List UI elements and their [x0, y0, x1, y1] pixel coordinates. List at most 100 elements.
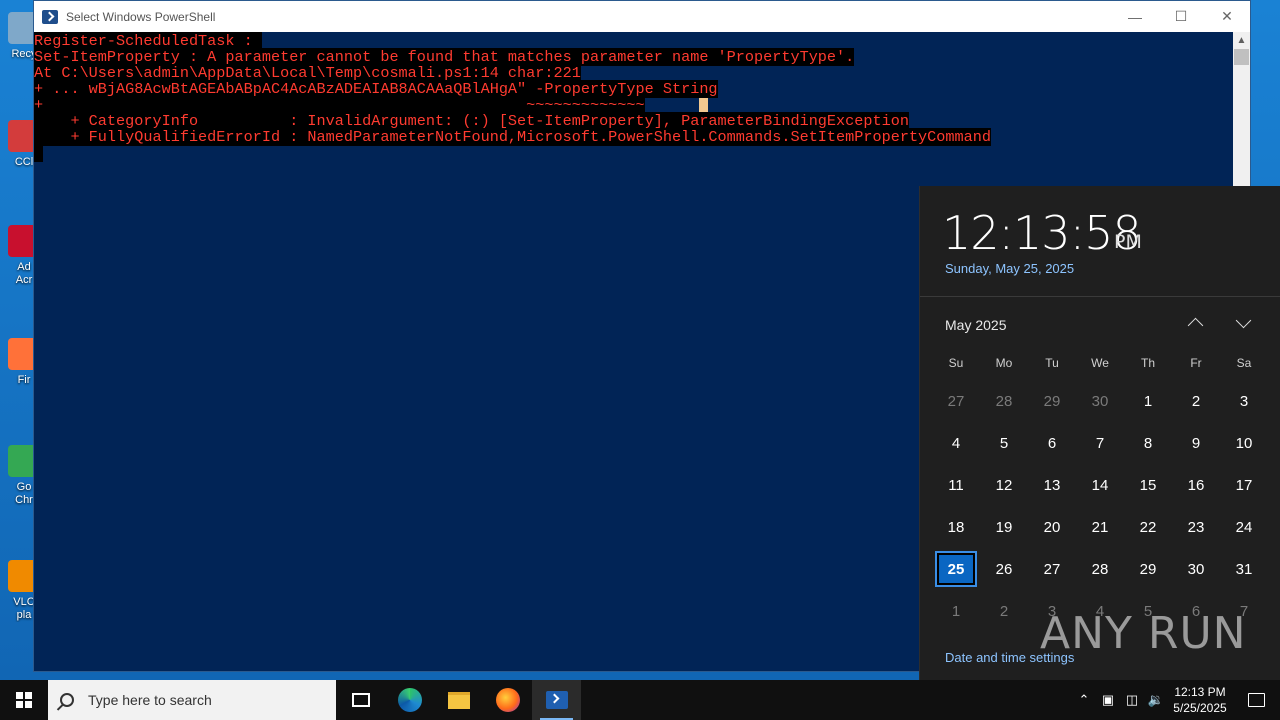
- edge-icon: [397, 688, 422, 712]
- network-icon[interactable]: ◫: [1120, 680, 1144, 720]
- console-line: + CategoryInfo : InvalidArgument: (:) [S…: [34, 112, 909, 130]
- next-month-button[interactable]: [1234, 312, 1254, 334]
- powershell-taskbar-button[interactable]: [532, 680, 581, 720]
- calendar-day[interactable]: 9: [1172, 422, 1220, 464]
- calendar-day[interactable]: 6: [1028, 422, 1076, 464]
- tray-time: 12:13 PM: [1174, 685, 1226, 699]
- calendar-day[interactable]: 1: [932, 590, 980, 632]
- console-line: Set-ItemProperty : A parameter cannot be…: [34, 48, 855, 66]
- flyout-ampm: PM: [1114, 231, 1142, 253]
- calendar-day[interactable]: 31: [1220, 548, 1268, 590]
- calendar-day[interactable]: 20: [1028, 506, 1076, 548]
- flyout-long-date[interactable]: Sunday, May 25, 2025: [945, 261, 1074, 276]
- task-view-button[interactable]: [336, 680, 385, 720]
- start-button[interactable]: [0, 680, 48, 720]
- calendar-day[interactable]: 5: [980, 422, 1028, 464]
- weekday-label: Tu: [1045, 356, 1059, 370]
- chevron-down-icon: [1235, 312, 1252, 329]
- notification-icon: [1247, 693, 1265, 707]
- powershell-icon: [42, 9, 58, 24]
- calendar-day[interactable]: 28: [980, 380, 1028, 422]
- action-center-button[interactable]: [1232, 680, 1280, 720]
- close-button[interactable]: ✕: [1204, 1, 1250, 32]
- calendar-day[interactable]: 29: [1028, 380, 1076, 422]
- powershell-icon: [545, 691, 568, 709]
- console-line: + FullyQualifiedErrorId : NamedParameter…: [34, 128, 991, 146]
- weekday-label: Fr: [1190, 356, 1202, 370]
- edge-taskbar-button[interactable]: [385, 680, 434, 720]
- chevron-up-icon: [1187, 317, 1204, 334]
- weekday-label: Mo: [995, 356, 1013, 370]
- weekday-label: Su: [948, 356, 964, 370]
- calendar-day[interactable]: 11: [932, 464, 980, 506]
- calendar-day[interactable]: 19: [980, 506, 1028, 548]
- folder-icon: [447, 691, 470, 709]
- minimize-button[interactable]: —: [1112, 1, 1158, 32]
- maximize-button[interactable]: ☐: [1158, 1, 1204, 32]
- previous-month-button[interactable]: [1186, 314, 1206, 334]
- tray-date: 5/25/2025: [1173, 701, 1227, 715]
- calendar-day[interactable]: 26: [980, 548, 1028, 590]
- calendar-day[interactable]: 16: [1172, 464, 1220, 506]
- console-line: + ... wBjAG8AcwBtAGEAbABpAC4AcABzADEAIAB…: [34, 80, 718, 98]
- calendar-day[interactable]: 21: [1076, 506, 1124, 548]
- weekday-header: Su Mo Tu We Th Fr Sa: [932, 356, 1268, 370]
- firefox-icon: [495, 688, 520, 712]
- calendar-grid: 27 28 29 30 1 2 3 4 5 6 7 8 9 10 11 12 13 14 15 16 17 18 19 20 2…: [932, 380, 1268, 632]
- month-label[interactable]: May 2025: [945, 317, 1006, 333]
- taskbar: Type here to search ⌃ ▣ ◫ 🔉 12:13 PM 5/2…: [0, 680, 1280, 720]
- calendar-day[interactable]: 2: [980, 590, 1028, 632]
- scroll-thumb[interactable]: [1234, 49, 1249, 65]
- search-icon: [60, 693, 74, 707]
- network-device-icon[interactable]: ▣: [1096, 680, 1120, 720]
- calendar-day[interactable]: 2: [1172, 380, 1220, 422]
- calendar-day[interactable]: 18: [932, 506, 980, 548]
- window-title: Select Windows PowerShell: [66, 9, 216, 24]
- calendar-day[interactable]: 1: [1124, 380, 1172, 422]
- window-titlebar[interactable]: Select Windows PowerShell — ☐ ✕: [34, 1, 1250, 32]
- weekday-label: Sa: [1236, 356, 1252, 370]
- calendar-day[interactable]: 3: [1220, 380, 1268, 422]
- calendar-day-today[interactable]: 25: [932, 548, 980, 590]
- watermark-logo: ANY RUN: [1040, 608, 1247, 659]
- task-view-icon: [351, 693, 370, 707]
- calendar-day[interactable]: 4: [932, 422, 980, 464]
- volume-icon[interactable]: 🔉: [1144, 680, 1168, 720]
- calendar-day[interactable]: 30: [1172, 548, 1220, 590]
- console-line: At C:\Users\admin\AppData\Local\Temp\cos…: [34, 64, 581, 82]
- calendar-day[interactable]: 27: [1028, 548, 1076, 590]
- calendar-day[interactable]: 17: [1220, 464, 1268, 506]
- calendar-day[interactable]: 27: [932, 380, 980, 422]
- console-line: [34, 144, 1234, 162]
- taskbar-search[interactable]: Type here to search: [48, 680, 336, 720]
- console-line: Register-ScheduledTask :: [34, 32, 262, 50]
- calendar-day[interactable]: 24: [1220, 506, 1268, 548]
- calendar-day[interactable]: 23: [1172, 506, 1220, 548]
- weekday-label: We: [1091, 356, 1109, 370]
- console-line: + ~~~~~~~~~~~~~: [34, 96, 1234, 114]
- calendar-day[interactable]: 15: [1124, 464, 1172, 506]
- calendar-day[interactable]: 30: [1076, 380, 1124, 422]
- firefox-taskbar-button[interactable]: [483, 680, 532, 720]
- calendar-day[interactable]: 10: [1220, 422, 1268, 464]
- calendar-day[interactable]: 12: [980, 464, 1028, 506]
- divider: [920, 296, 1280, 297]
- file-explorer-taskbar-button[interactable]: [434, 680, 483, 720]
- calendar-day[interactable]: 29: [1124, 548, 1172, 590]
- scroll-up-icon[interactable]: ▲: [1233, 32, 1250, 49]
- clock-calendar-flyout: 12:13:58 PM Sunday, May 25, 2025 May 202…: [919, 186, 1280, 680]
- weekday-label: Th: [1140, 356, 1155, 370]
- calendar-day[interactable]: 13: [1028, 464, 1076, 506]
- calendar-day[interactable]: 8: [1124, 422, 1172, 464]
- calendar-day[interactable]: 28: [1076, 548, 1124, 590]
- calendar-day[interactable]: 22: [1124, 506, 1172, 548]
- calendar-day[interactable]: 14: [1076, 464, 1124, 506]
- search-placeholder: Type here to search: [88, 692, 212, 708]
- calendar-day[interactable]: 7: [1076, 422, 1124, 464]
- chevron-up-icon[interactable]: ⌃: [1072, 680, 1096, 720]
- tray-clock[interactable]: 12:13 PM 5/25/2025: [1168, 684, 1232, 716]
- text-cursor: [699, 97, 709, 112]
- system-tray: ⌃ ▣ ◫ 🔉 12:13 PM 5/25/2025: [1072, 680, 1280, 720]
- windows-logo-icon: [16, 692, 32, 708]
- flyout-time: 12:13:58: [942, 206, 1142, 260]
